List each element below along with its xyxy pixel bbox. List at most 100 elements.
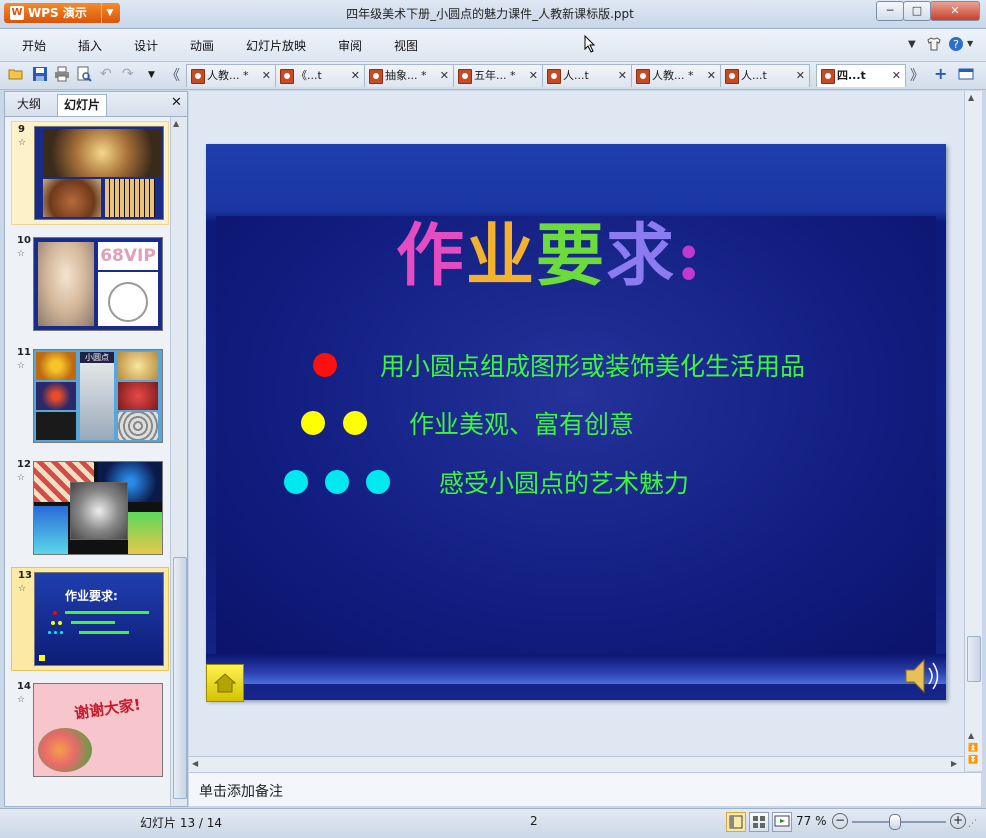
doc-tab[interactable]: 抽象... * ✕ [364, 64, 454, 87]
speaker-icon[interactable] [902, 654, 942, 698]
bullet-2[interactable]: 作业美观、富有创意 [409, 405, 634, 441]
doc-tab[interactable]: 人教... * ✕ [631, 64, 721, 87]
menu-start[interactable]: 开始 [22, 37, 46, 54]
close-tab-icon[interactable]: ✕ [796, 65, 805, 86]
panel-scroll-thumb[interactable] [173, 557, 187, 799]
dropdown-icon[interactable]: ▼ [148, 70, 164, 86]
close-panel-icon[interactable]: ✕ [171, 95, 182, 110]
status-middle: 2 [530, 814, 538, 828]
ppt-file-icon [280, 69, 294, 84]
shirt-icon[interactable] [926, 36, 942, 55]
maximize-button[interactable]: □ [903, 1, 931, 21]
close-tab-icon[interactable]: ✕ [440, 65, 449, 86]
chevron-down-icon[interactable]: ▼ [908, 39, 916, 50]
slide-number: 13 [18, 570, 32, 581]
home-icon[interactable] [206, 664, 244, 702]
normal-view-icon[interactable] [726, 812, 746, 832]
tab-outline[interactable]: 大纲 [11, 94, 47, 115]
close-tab-icon[interactable]: ✕ [707, 65, 716, 86]
vertical-scroll-thumb[interactable] [967, 636, 981, 682]
bullet-dot [366, 470, 390, 494]
menu-bar: 开始 插入 设计 动画 幻灯片放映 审阅 视图 ▼ ? ▼ [0, 29, 986, 61]
vertical-scrollbar[interactable]: ▲ ▲ ⏫ ⏬ [964, 91, 982, 771]
slide-number: 9 [18, 124, 25, 135]
tab-slides[interactable]: 幻灯片 [57, 94, 108, 116]
menu-insert[interactable]: 插入 [78, 37, 102, 54]
doc-tab-label: 人教... * [652, 69, 694, 82]
menu-review[interactable]: 审阅 [338, 37, 362, 54]
doc-tab[interactable]: 《...t ✕ [275, 64, 365, 87]
prev-slide-icon[interactable]: ⏫ [968, 743, 978, 752]
panel-scrollbar[interactable]: ▲ [170, 117, 187, 806]
help-dropdown-icon[interactable]: ▼ [967, 39, 973, 48]
zoom-slider-thumb[interactable] [889, 814, 901, 830]
title-char: 业 [466, 216, 537, 296]
scroll-left-icon[interactable]: 《 [166, 65, 182, 84]
menu-view[interactable]: 视图 [394, 37, 418, 54]
zoom-out-button[interactable]: − [832, 813, 848, 829]
ppt-file-icon [547, 69, 561, 84]
bullet-1[interactable]: 用小圆点组成图形或装饰美化生活用品 [380, 347, 805, 383]
slide-bottom-band [206, 654, 946, 684]
slide-thumbnail-14[interactable]: 14 ☆ 谢谢大家! [11, 679, 167, 781]
slide-sorter-icon[interactable] [749, 812, 769, 832]
slide-thumbnail-12[interactable]: 12 ☆ [11, 457, 167, 559]
window-list-icon[interactable] [958, 66, 974, 82]
redo-icon[interactable]: ↷ [122, 66, 138, 82]
slide-thumbnail-13[interactable]: 13 ☆ 作业要求: [11, 567, 169, 671]
close-tab-icon[interactable]: ✕ [892, 65, 901, 86]
close-tab-icon[interactable]: ✕ [351, 65, 360, 86]
slide-thumbnail-11[interactable]: 11 ☆ 小圆点 [11, 345, 167, 447]
help-icon[interactable]: ? [948, 36, 964, 55]
resize-grip-icon[interactable]: ⋰ [968, 819, 977, 829]
menu-animation[interactable]: 动画 [190, 37, 214, 54]
close-tab-icon[interactable]: ✕ [618, 65, 627, 86]
animation-star-icon: ☆ [17, 473, 26, 483]
horizontal-scrollbar[interactable]: ◀ ▶ [189, 756, 964, 772]
slide-thumbnail-10[interactable]: 10 ☆ 68VIP [11, 233, 167, 335]
slide-preview-image: 小圆点 [33, 349, 163, 443]
current-slide[interactable]: 作业要求: 用小圆点组成图形或装饰美化生活用品 作业美观、富有创意 感受小圆点的… [206, 144, 946, 700]
doc-tab[interactable]: 人...t ✕ [720, 64, 810, 87]
next-slide-icon[interactable]: ⏬ [968, 755, 978, 764]
notes-pane[interactable]: 单击添加备注 [189, 772, 981, 806]
open-icon[interactable] [8, 66, 24, 82]
close-button[interactable]: ✕ [930, 1, 980, 21]
slide-preview-image [34, 126, 164, 220]
new-tab-icon[interactable]: + [934, 64, 950, 83]
slide-preview-image [33, 461, 163, 555]
doc-tab-label: 人教... * [207, 69, 249, 82]
toolbar: ↶ ↷ ▼ 《 人教... * ✕ 《...t ✕ 抽象... * ✕ 五年... *… [0, 61, 986, 90]
chevron-down-icon[interactable]: ▼ [101, 3, 118, 23]
bullet-dot [284, 470, 308, 494]
notes-placeholder[interactable]: 单击添加备注 [199, 781, 283, 801]
close-tab-icon[interactable]: ✕ [262, 65, 271, 86]
menu-slideshow[interactable]: 幻灯片放映 [246, 37, 306, 54]
undo-icon[interactable]: ↶ [100, 66, 116, 82]
bullet-3[interactable]: 感受小圆点的艺术魅力 [439, 464, 689, 500]
doc-tab[interactable]: 五年... * ✕ [453, 64, 543, 87]
doc-tab[interactable]: 人教... * ✕ [186, 64, 276, 87]
app-menu-button[interactable]: W WPS 演示 ▼ [4, 3, 120, 23]
print-preview-icon[interactable] [76, 66, 92, 82]
title-char: 要 [536, 216, 607, 296]
slideshow-icon[interactable] [772, 812, 792, 832]
menu-design[interactable]: 设计 [134, 37, 158, 54]
slide-thumbnail-9[interactable]: 9 ☆ [11, 121, 169, 225]
ppt-file-icon [369, 69, 383, 84]
close-tab-icon[interactable]: ✕ [529, 65, 538, 86]
print-icon[interactable] [54, 66, 70, 82]
ppt-file-icon [636, 69, 650, 84]
save-icon[interactable] [32, 66, 48, 82]
animation-star-icon: ☆ [18, 138, 27, 148]
doc-tab-active[interactable]: 四...t ✕ [816, 64, 906, 87]
title-char: 作 [396, 216, 467, 296]
doc-tab-label: 《...t [296, 69, 322, 82]
slide-title[interactable]: 作业要求: [396, 222, 703, 290]
title-char: : [676, 216, 704, 296]
zoom-in-button[interactable]: + [950, 813, 966, 829]
scroll-right-icon[interactable]: 》 [910, 65, 926, 84]
doc-tab[interactable]: 人...t ✕ [542, 64, 632, 87]
minimize-button[interactable]: ─ [876, 1, 904, 21]
scroll-up-icon[interactable]: ▲ [968, 731, 974, 740]
